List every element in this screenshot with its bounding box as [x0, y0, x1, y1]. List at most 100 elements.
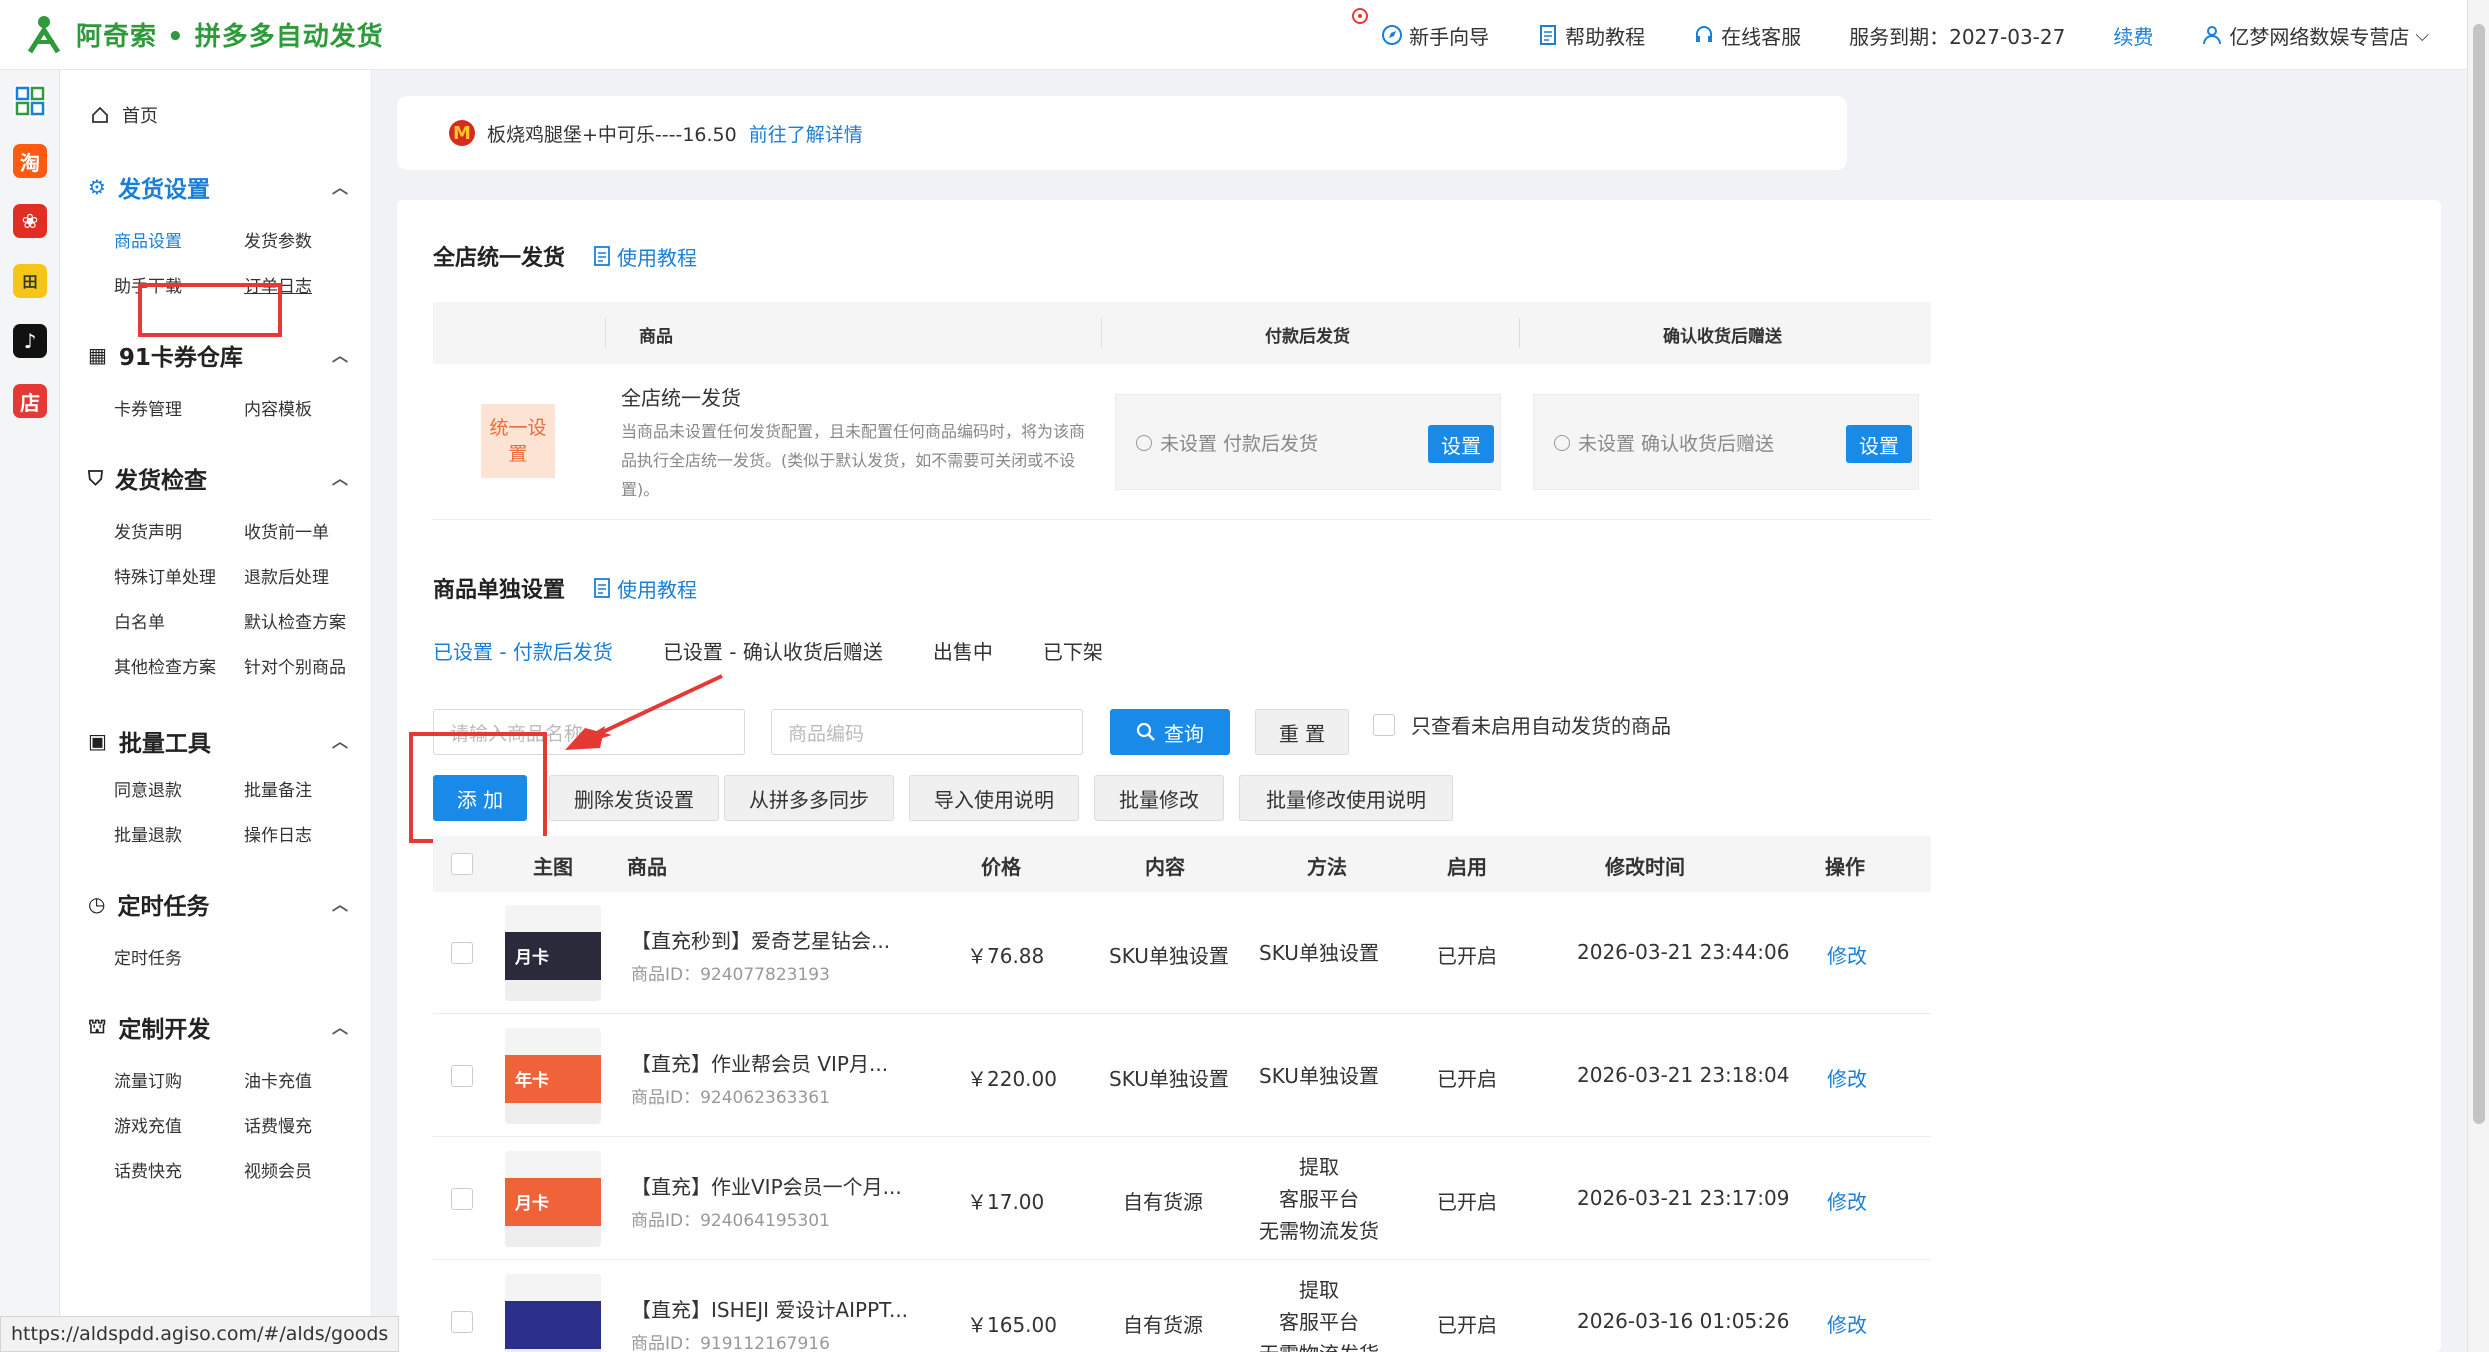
sidebar-section-scheduled[interactable]: ◷ 定时任务 ︿: [88, 887, 358, 921]
chevron-up-icon: ︿: [331, 1018, 348, 1037]
reset-button[interactable]: 重 置: [1255, 709, 1349, 755]
query-label: 查询: [1164, 721, 1204, 746]
sidebar-section-batch-tools[interactable]: ▣ 批量工具 ︿: [88, 724, 358, 758]
sidebar-item-product-settings[interactable]: 商品设置: [114, 227, 182, 252]
renew-link[interactable]: 续费: [2113, 21, 2153, 50]
sidebar-item-home[interactable]: 首页: [90, 102, 158, 128]
row-checkbox[interactable]: [451, 942, 473, 964]
tab-after-pay[interactable]: 已设置 - 付款后发货: [433, 636, 613, 665]
after-confirm-radio[interactable]: 未设置 确认收货后赠送: [1554, 429, 1774, 456]
sidebar-item-default-plan[interactable]: 默认检查方案: [244, 608, 346, 633]
product-info: 【直充】作业VIP会员一个月... 商品ID：924064195301: [631, 1171, 902, 1231]
edit-link[interactable]: 修改: [1827, 1063, 1867, 1092]
sidebar-item-before-receipt[interactable]: 收货前一单: [244, 518, 329, 543]
brand[interactable]: 阿奇索 • 拼多多自动发货: [22, 12, 384, 56]
method-line: 无需物流发货: [1239, 1338, 1399, 1352]
column-thumb: 主图: [533, 855, 573, 879]
batch-edit-guide-button[interactable]: 批量修改使用说明: [1239, 775, 1453, 821]
method-line: 提取: [1299, 1154, 1339, 1179]
sidebar-item-whitelist[interactable]: 白名单: [114, 608, 165, 633]
sidebar-item-agree-refund[interactable]: 同意退款: [114, 776, 182, 801]
sidebar-item-phone-fast[interactable]: 话费快充: [114, 1157, 182, 1182]
product-name[interactable]: 【直充】作业VIP会员一个月...: [631, 1171, 902, 1200]
sidebar-item-traffic[interactable]: 流量订购: [114, 1067, 182, 1092]
only-disabled-filter[interactable]: 只查看未启用自动发货的商品: [1373, 710, 1671, 739]
tab-after-confirm[interactable]: 已设置 - 确认收货后赠送: [663, 636, 883, 665]
renew-label: 续费: [2113, 24, 2154, 49]
taobao-icon[interactable]: 淘: [13, 144, 47, 178]
sidebar-item-card-manage[interactable]: 卡券管理: [114, 395, 182, 420]
document-icon: [1540, 25, 1557, 45]
import-guide-button[interactable]: 导入使用说明: [909, 775, 1079, 821]
tab-on-sale[interactable]: 出售中: [933, 636, 993, 665]
online-service-link[interactable]: 在线客服: [1693, 21, 1801, 50]
sidebar-item-scheduled-task[interactable]: 定时任务: [114, 944, 182, 969]
sidebar-item-after-refund[interactable]: 退款后处理: [244, 563, 329, 588]
vertical-scrollbar[interactable]: [2467, 0, 2489, 1352]
product-id: 商品ID：924064195301: [631, 1210, 830, 1231]
sidebar-item-content-template[interactable]: 内容模板: [244, 395, 312, 420]
pinduoduo-icon[interactable]: ❀: [13, 204, 47, 238]
row-checkbox[interactable]: [451, 1064, 473, 1087]
after-pay-status: 未设置 付款后发货: [1160, 433, 1319, 455]
chevron-down-icon: ⌵: [2415, 24, 2429, 46]
after-pay-set-button[interactable]: 设置: [1428, 425, 1494, 463]
edit-link[interactable]: 修改: [1827, 1309, 1867, 1338]
single-setting-header: 商品单独设置 使用教程: [433, 572, 697, 604]
product-name[interactable]: 【直充秒到】爱奇艺星钻会...: [631, 925, 890, 954]
sidebar-item-statement[interactable]: 发货声明: [114, 518, 182, 543]
product-code-input[interactable]: 商品编码: [771, 709, 1083, 755]
after-pay-radio[interactable]: 未设置 付款后发货: [1136, 429, 1318, 456]
promo-link[interactable]: 前往了解详情: [749, 120, 863, 147]
sync-pdd-button[interactable]: 从拼多多同步: [724, 775, 894, 821]
unified-badge: 统一设置: [481, 404, 555, 478]
dian-icon[interactable]: 店: [13, 384, 47, 418]
thumbnail-label: 年卡: [515, 1070, 549, 1091]
sidebar-section-title: 发货设置: [117, 177, 210, 203]
scrollbar-thumb[interactable]: [2473, 24, 2485, 1124]
product-name[interactable]: 【直充】作业帮会员 VIP月...: [631, 1048, 888, 1077]
delete-setting-button[interactable]: 删除发货设置: [549, 775, 719, 821]
tab-off-shelf[interactable]: 已下架: [1043, 636, 1103, 665]
main-content: 全店统一发货 使用教程 商品 付款后发货 确认收货后赠送 统一设置 全店统一发货…: [397, 200, 2441, 1352]
sidebar-item-video-vip[interactable]: 视频会员: [244, 1157, 312, 1182]
sidebar-item-game[interactable]: 游戏充值: [114, 1112, 182, 1137]
select-all-checkbox[interactable]: [451, 853, 473, 875]
shop-account-menu[interactable]: 亿梦网络数娱专营店 ⌵: [2201, 21, 2429, 50]
sidebar-section-shipping-check[interactable]: ⛉ 发货检查 ︿: [88, 461, 358, 495]
after-confirm-set-button[interactable]: 设置: [1846, 425, 1912, 463]
sidebar-item-shipping-params[interactable]: 发货参数: [244, 227, 312, 252]
sidebar-section-card-warehouse[interactable]: ▦ 91卡券仓库 ︿: [88, 338, 358, 372]
sidebar-item-fuel-card[interactable]: 油卡充值: [244, 1067, 312, 1092]
douyin-icon[interactable]: ♪: [13, 324, 47, 358]
sidebar-item-phone-slow[interactable]: 话费慢充: [244, 1112, 312, 1137]
global-tutorial-link[interactable]: 使用教程: [593, 242, 697, 271]
edit-link[interactable]: 修改: [1827, 940, 1867, 969]
sidebar-item-other-plans[interactable]: 其他检查方案: [114, 653, 216, 678]
sidebar-item-batch-refund[interactable]: 批量退款: [114, 821, 182, 846]
row-checkbox[interactable]: [451, 1310, 473, 1333]
tianmao-icon[interactable]: 田: [13, 264, 47, 298]
batch-edit-button[interactable]: 批量修改: [1094, 775, 1224, 821]
sidebar-item-specific-products[interactable]: 针对个别商品: [244, 653, 346, 678]
product-thumbnail: 月卡: [505, 905, 601, 1001]
method-line: SKU单独设置: [1259, 1063, 1379, 1088]
chevron-up-icon: ︿: [331, 895, 348, 914]
global-description: 全店统一发货 当商品未设置任何发货配置，且未配置任何商品编码时，将为该商品执行全…: [621, 382, 1091, 504]
sidebar-item-batch-note[interactable]: 批量备注: [244, 776, 312, 801]
sidebar-item-op-log[interactable]: 操作日志: [244, 821, 312, 846]
platform-rail: 淘 ❀ 田 ♪ 店: [0, 70, 60, 1352]
product-name[interactable]: 【直充】ISHEJI 爱设计AIPPT...: [631, 1294, 908, 1323]
help-tutorial-link[interactable]: 帮助教程: [1537, 21, 1645, 50]
product-info: 【直充】作业帮会员 VIP月... 商品ID：924062363361: [631, 1048, 888, 1108]
query-button[interactable]: 查询: [1110, 709, 1230, 755]
sidebar-section-custom-dev[interactable]: ⛫ 定制开发 ︿: [88, 1010, 358, 1044]
sidebar-section-shipping[interactable]: ⚙ 发货设置 ︿: [88, 170, 358, 204]
modified-time: 2026-03-21 23:18:04: [1577, 1062, 1790, 1087]
sidebar-item-special-orders[interactable]: 特殊订单处理: [114, 563, 216, 588]
new-user-guide-link[interactable]: 新手向导: [1381, 21, 1489, 50]
single-tutorial-link[interactable]: 使用教程: [593, 574, 697, 603]
grid-app-icon[interactable]: [13, 84, 47, 118]
row-checkbox[interactable]: [451, 1187, 473, 1210]
edit-link[interactable]: 修改: [1827, 1186, 1867, 1215]
